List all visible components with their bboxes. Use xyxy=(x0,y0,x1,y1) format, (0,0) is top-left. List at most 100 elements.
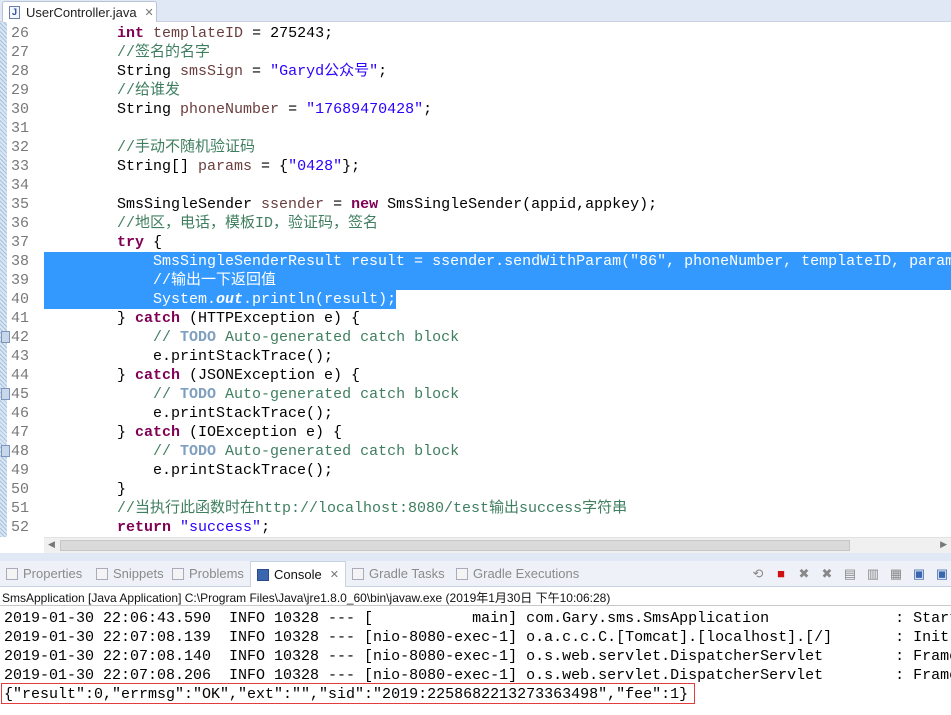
code-text: e.printStackTrace(); xyxy=(45,404,333,423)
horizontal-scrollbar[interactable]: ◀ ▶ xyxy=(44,537,951,553)
code-line[interactable]: 45 // TODO Auto-generated catch block xyxy=(0,385,951,404)
word-wrap-icon[interactable]: ▦ xyxy=(887,565,905,583)
code-token: "0428" xyxy=(288,158,343,175)
code-line[interactable]: 47 } catch (IOException e) { xyxy=(0,423,951,442)
code-token: //签名的名字 xyxy=(117,44,211,61)
console-line: 2019-01-30 22:07:08.140 INFO 10328 --- [… xyxy=(4,648,951,665)
task-marker-icon[interactable] xyxy=(1,388,10,400)
gradle-icon xyxy=(456,567,468,580)
code-line[interactable]: 28 String smsSign = "Garyd公众号"; xyxy=(0,62,951,81)
tab-label: Snippets xyxy=(113,566,164,581)
code-line[interactable]: 35 SmsSingleSender ssender = new SmsSing… xyxy=(0,195,951,214)
task-marker-icon[interactable] xyxy=(1,331,10,343)
code-line[interactable]: 31 xyxy=(0,119,951,138)
code-line[interactable]: 48 // TODO Auto-generated catch block xyxy=(0,442,951,461)
close-icon[interactable]: ✕ xyxy=(330,568,339,581)
code-token: ; xyxy=(423,101,433,118)
scroll-left-icon[interactable]: ◀ xyxy=(48,539,55,550)
code-token: Auto-generated catch block xyxy=(216,386,460,403)
problems-icon xyxy=(172,567,184,580)
code-token: ssender xyxy=(261,196,325,213)
code-line[interactable]: 34 xyxy=(0,176,951,195)
remove-all-icon[interactable]: ✖ xyxy=(818,565,836,583)
code-token: .println(result); xyxy=(243,291,397,308)
code-token: "Garyd公众号" xyxy=(270,63,379,80)
code-text: // TODO Auto-generated catch block xyxy=(45,385,459,404)
code-line[interactable]: 41 } catch (HTTPException e) { xyxy=(0,309,951,328)
code-line[interactable]: 50 } xyxy=(0,480,951,499)
code-line[interactable]: 30 String phoneNumber = "17689470428"; xyxy=(0,100,951,119)
code-token: SmsSingleSender xyxy=(45,196,262,213)
code-line[interactable]: 51 //当执行此函数时在http://localhost:8080/test输… xyxy=(0,499,951,518)
tab-console[interactable]: Console ✕ xyxy=(250,561,346,587)
code-token: }; xyxy=(342,158,361,175)
code-token: String xyxy=(45,101,181,118)
console-line: 2019-01-30 22:07:08.139 INFO 10328 --- [… xyxy=(4,629,950,646)
scroll-right-icon[interactable]: ▶ xyxy=(940,539,947,550)
code-token: ; xyxy=(261,519,271,536)
close-icon[interactable]: ✕ xyxy=(145,6,154,19)
code-line[interactable]: 27 //签名的名字 xyxy=(0,43,951,62)
view-tab-bar: ⟲ ■ ✖ ✖ ▤ ▥ ▦ ▣ ▣ Properties Snippets Problems Cons… xyxy=(0,561,951,587)
code-line[interactable]: 36 //地区，电话，模板ID，验证码，签名 xyxy=(0,214,951,233)
code-token: } xyxy=(45,481,127,498)
tab-snippets[interactable]: Snippets xyxy=(96,566,164,581)
scroll-lock-icon[interactable]: ▥ xyxy=(864,565,882,583)
terminate-icon[interactable]: ■ xyxy=(772,565,790,583)
code-line[interactable]: 46 e.printStackTrace(); xyxy=(0,404,951,423)
tab-properties[interactable]: Properties xyxy=(6,566,82,581)
tab-gradle-tasks[interactable]: Gradle Tasks xyxy=(352,566,445,581)
code-text: String smsSign = "Garyd公众号"; xyxy=(45,62,387,81)
task-marker-icon[interactable] xyxy=(1,445,10,457)
pin-icon[interactable]: ⟲ xyxy=(749,565,767,583)
code-line[interactable]: 38 SmsSingleSenderResult result = ssende… xyxy=(0,252,951,271)
code-token: TODO xyxy=(180,386,217,403)
code-token: smsSign xyxy=(180,63,244,80)
line-number: 45 xyxy=(11,386,30,403)
code-line[interactable]: 42 // TODO Auto-generated catch block xyxy=(0,328,951,347)
line-number: 52 xyxy=(11,519,30,536)
display-selected-console-icon[interactable]: ▣ xyxy=(910,565,928,583)
code-text: } catch (HTTPException e) { xyxy=(45,309,360,328)
code-line[interactable]: 32 //手动不随机验证码 xyxy=(0,138,951,157)
scrollbar-thumb[interactable] xyxy=(60,540,850,551)
code-line[interactable]: 29 //给谁发 xyxy=(0,81,951,100)
code-text: e.printStackTrace(); xyxy=(45,347,333,366)
console-title: SmsApplication [Java Application] C:\Pro… xyxy=(2,591,611,605)
code-token: new xyxy=(351,196,379,213)
code-token: } xyxy=(45,310,136,327)
code-line[interactable]: 40 System.out.println(result); xyxy=(0,290,951,309)
code-token: catch xyxy=(135,367,181,384)
tab-gradle-executions[interactable]: Gradle Executions xyxy=(456,566,579,581)
code-line[interactable]: 26 int templateID = 275243; xyxy=(0,24,951,43)
open-console-icon[interactable]: ▣ xyxy=(933,565,951,583)
code-token: "17689470428" xyxy=(306,101,424,118)
clear-console-icon[interactable]: ▤ xyxy=(841,565,859,583)
tab-problems[interactable]: Problems xyxy=(172,566,244,581)
code-line[interactable]: 44 } catch (JSONException e) { xyxy=(0,366,951,385)
code-line[interactable]: 43 e.printStackTrace(); xyxy=(0,347,951,366)
code-line[interactable]: 52 return "success"; xyxy=(0,518,951,537)
code-token: System. xyxy=(45,291,217,308)
code-token: // xyxy=(45,329,181,346)
code-text: //输出一下返回值 xyxy=(45,271,276,290)
line-number: 27 xyxy=(11,44,30,61)
line-number: 51 xyxy=(11,500,30,517)
line-number: 44 xyxy=(11,367,30,384)
code-text: //给谁发 xyxy=(45,81,180,100)
code-token: templateID xyxy=(153,25,244,42)
code-line[interactable]: 49 e.printStackTrace(); xyxy=(0,461,951,480)
code-line[interactable]: 33 String[] params = {"0428"}; xyxy=(0,157,951,176)
code-line[interactable]: 37 try { xyxy=(0,233,951,252)
line-number: 46 xyxy=(11,405,30,422)
code-text: int templateID = 275243; xyxy=(45,24,333,43)
code-editor[interactable]: 26 int templateID = 275243; 27 //签名的名字 28 … xyxy=(0,22,951,537)
tab-user-controller[interactable]: J UserController.java ✕ xyxy=(2,1,157,22)
code-token: = xyxy=(324,196,352,213)
remove-launch-icon[interactable]: ✖ xyxy=(795,565,813,583)
code-line[interactable]: 39 //输出一下返回值 xyxy=(0,271,951,290)
